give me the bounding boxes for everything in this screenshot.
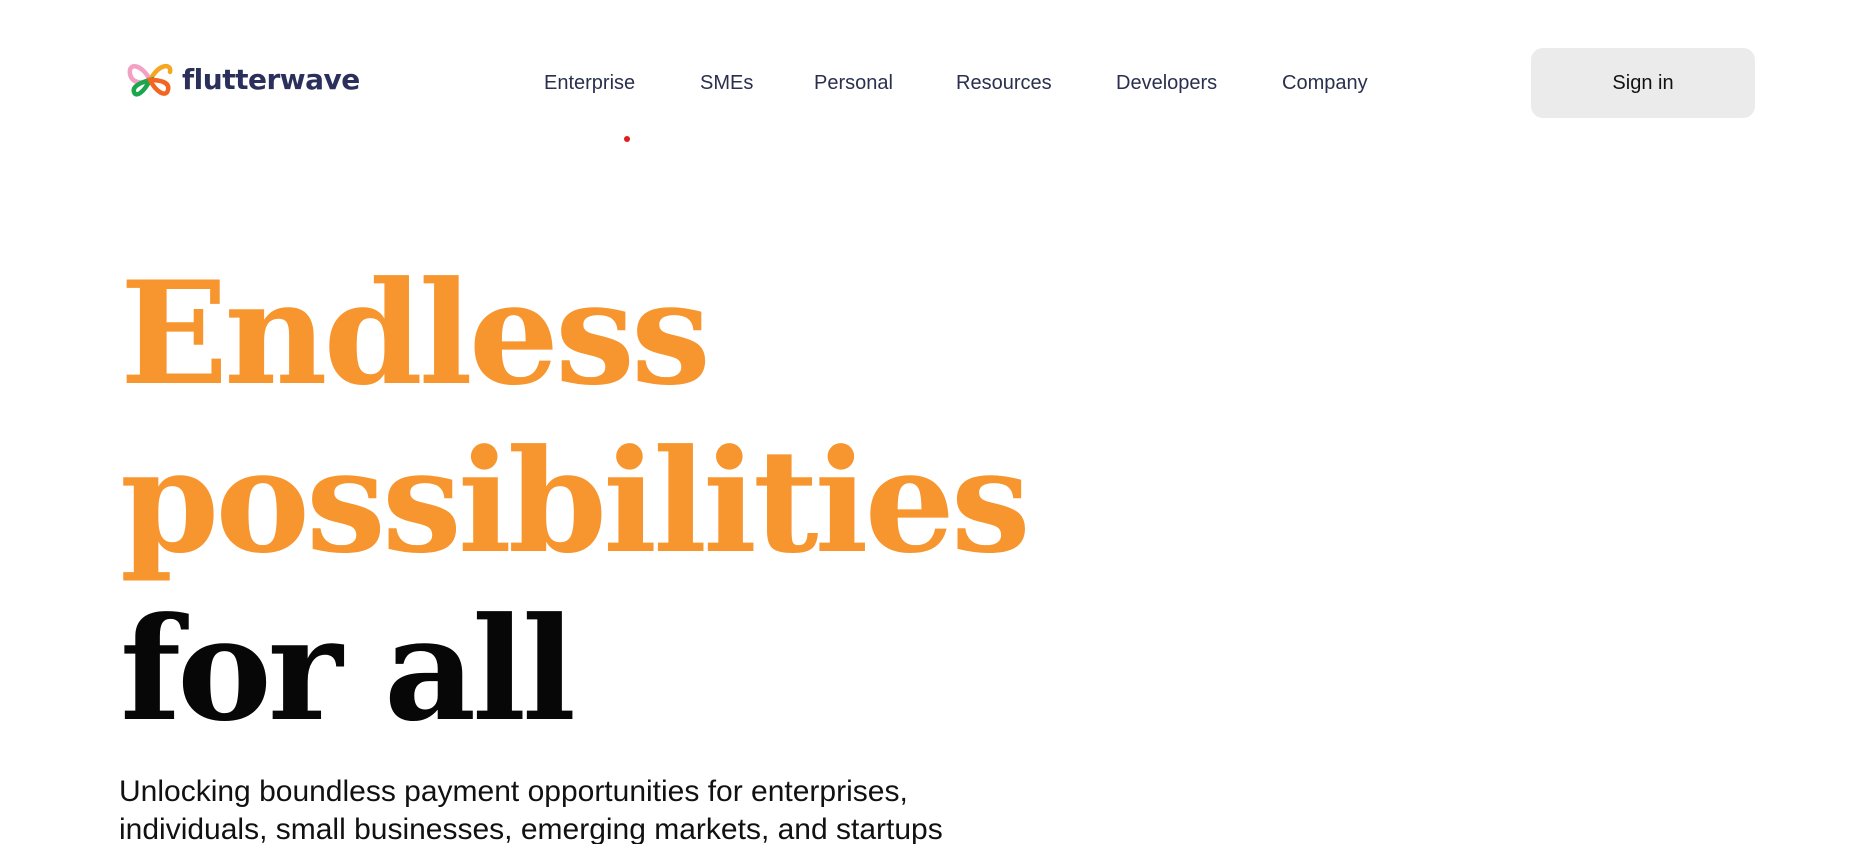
hero-heading: Endless possibilities for all <box>120 250 1031 754</box>
page: flutterwave Enterprise SMEs Personal Res… <box>0 0 1875 844</box>
nav-item-developers[interactable]: Developers <box>1116 71 1217 95</box>
hero-line-possibilities: possibilities <box>120 419 1031 585</box>
nav-item-smes[interactable]: SMEs <box>700 71 753 95</box>
hero-line-endless: Endless <box>120 251 711 417</box>
brand-name: flutterwave <box>182 63 360 96</box>
subtitle-line-1: Unlocking boundless payment opportunitie… <box>119 775 908 808</box>
nav-item-company[interactable]: Company <box>1282 71 1368 95</box>
nav-item-personal[interactable]: Personal <box>814 71 893 95</box>
active-indicator-dot <box>624 136 630 142</box>
nav-item-enterprise[interactable]: Enterprise <box>544 71 635 95</box>
sign-in-button[interactable]: Sign in <box>1531 48 1755 118</box>
nav-item-resources[interactable]: Resources <box>956 71 1052 95</box>
hero-line-for-all: for all <box>120 587 576 753</box>
flutterwave-logo[interactable]: flutterwave <box>126 58 360 102</box>
flutterwave-butterfly-icon <box>126 58 174 102</box>
hero-subtitle: Unlocking boundless payment opportunitie… <box>119 773 1099 844</box>
subtitle-line-2: individuals, small businesses, emerging … <box>119 813 943 844</box>
